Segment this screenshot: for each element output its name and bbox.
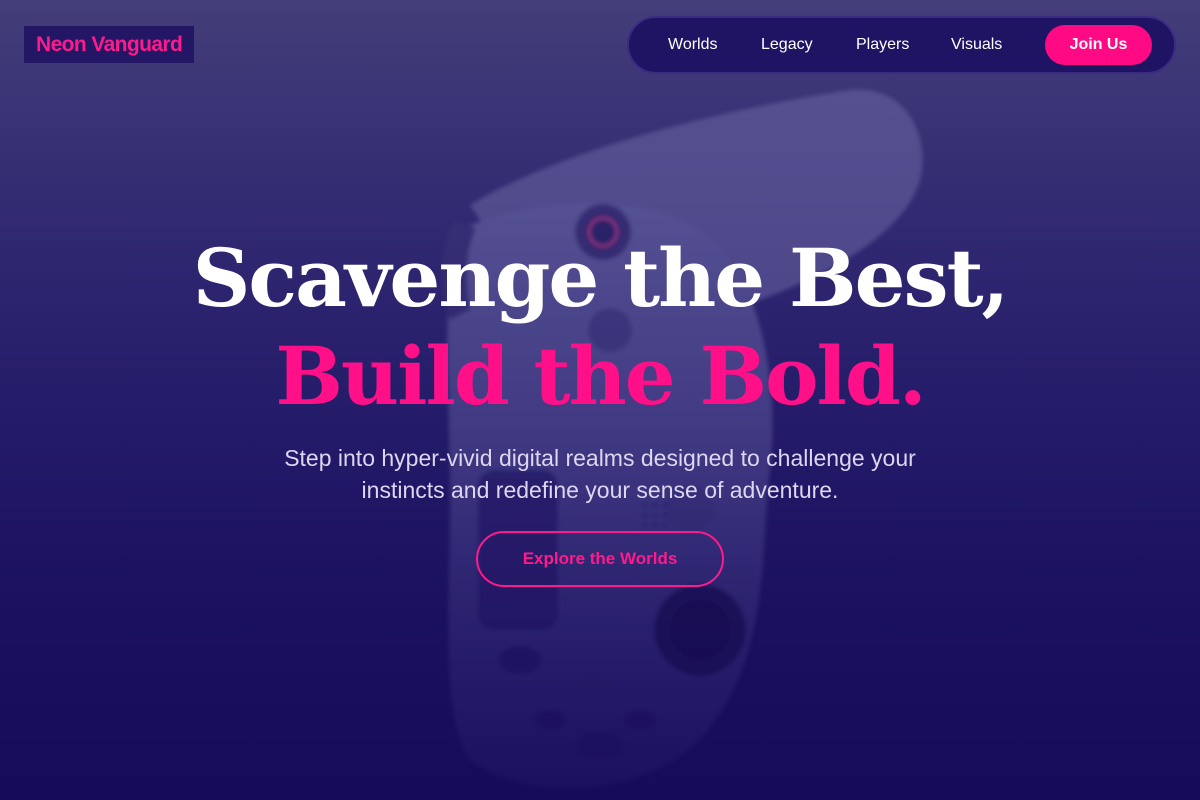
nav-link-visuals[interactable]: Visuals [951, 18, 1002, 72]
nav-link-legacy[interactable]: Legacy [761, 18, 813, 72]
hero-headline-line-2: Build the Bold. [275, 329, 926, 423]
join-us-button[interactable]: Join Us [1045, 25, 1152, 65]
explore-worlds-button[interactable]: Explore the Worlds [476, 531, 724, 587]
top-navigation: Worlds Legacy Players Visuals Join Us [627, 16, 1176, 74]
hero-headline-line-1: Scavenge the Best, [192, 231, 1010, 325]
nav-link-players[interactable]: Players [856, 18, 909, 72]
brand-logo[interactable]: Neon Vanguard [24, 26, 195, 63]
nav-link-worlds[interactable]: Worlds [668, 18, 718, 72]
hero-subtitle: Step into hyper-vivid digital realms des… [284, 445, 916, 503]
